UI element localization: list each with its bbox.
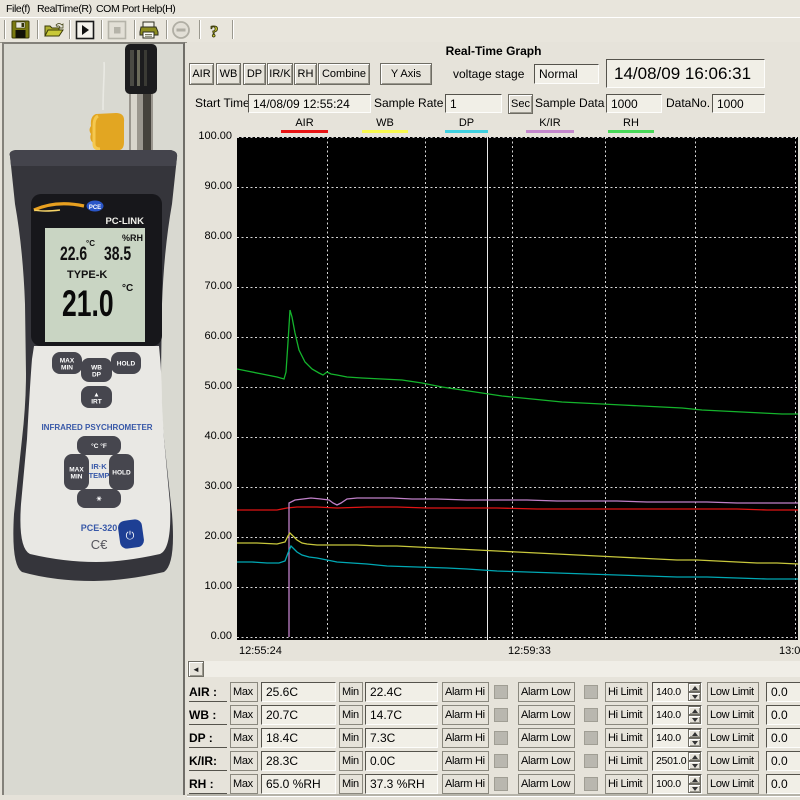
svg-text:°C: °C [122, 283, 133, 294]
svg-text:▲: ▲ [93, 392, 99, 399]
svg-text:DP: DP [92, 372, 102, 379]
svg-text:MIN: MIN [71, 474, 83, 481]
svg-text:21.0: 21.0 [62, 283, 114, 325]
svg-text:MAX: MAX [60, 358, 75, 365]
svg-text:HOLD: HOLD [112, 470, 131, 477]
svg-text:TYPE-K: TYPE-K [67, 269, 107, 281]
svg-text:MIN: MIN [61, 365, 73, 372]
svg-text:C€: C€ [91, 537, 108, 552]
svg-text:⏻: ⏻ [126, 530, 135, 542]
svg-text:°C: °C [86, 239, 95, 248]
svg-text:PCE-320: PCE-320 [81, 523, 118, 533]
svg-text:TEMP: TEMP [89, 471, 110, 480]
svg-text:IR·K: IR·K [91, 462, 107, 471]
svg-text:PCE: PCE [89, 205, 101, 211]
svg-text:°C °F: °C °F [91, 442, 107, 450]
svg-text:?: ? [210, 22, 219, 41]
svg-text:IRT: IRT [91, 399, 102, 406]
svg-text:☀: ☀ [96, 495, 102, 503]
svg-text:38.5: 38.5 [104, 243, 131, 265]
svg-text:%RH: %RH [122, 233, 143, 243]
svg-text:WB: WB [91, 365, 102, 372]
svg-text:MAX: MAX [69, 467, 84, 474]
svg-text:PC-LINK: PC-LINK [105, 216, 144, 227]
svg-text:22.6: 22.6 [60, 243, 87, 265]
svg-text:INFRARED PSYCHROMETER: INFRARED PSYCHROMETER [41, 423, 152, 432]
svg-text:HOLD: HOLD [117, 361, 136, 368]
